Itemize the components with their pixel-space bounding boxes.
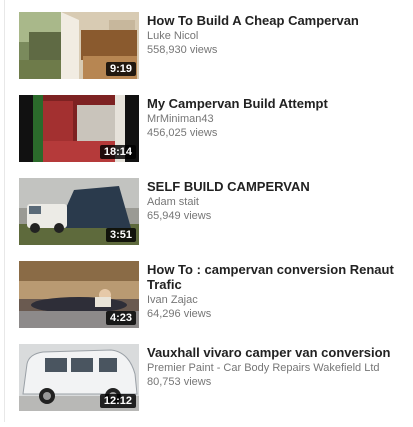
channel-name[interactable]: Premier Paint - Car Body Repairs Wakefie… [147, 361, 409, 375]
video-meta: How To Build A Cheap Campervan Luke Nico… [147, 12, 409, 57]
video-title[interactable]: How To : campervan conversion Renaut Tra… [147, 262, 409, 292]
channel-name[interactable]: Ivan Zajac [147, 293, 409, 307]
duration-badge: 9:19 [105, 62, 136, 76]
video-meta: My Campervan Build Attempt MrMiniman43 4… [147, 95, 409, 140]
video-title[interactable]: My Campervan Build Attempt [147, 96, 409, 111]
divider [4, 0, 5, 422]
video-meta: How To : campervan conversion Renaut Tra… [147, 261, 409, 321]
view-count: 64,296 views [147, 308, 212, 320]
view-count: 456,025 views [147, 127, 218, 139]
channel-name[interactable]: MrMiniman43 [147, 112, 409, 126]
channel-name[interactable]: Adam stait [147, 195, 409, 209]
video-thumbnail[interactable]: 3:51 [19, 178, 139, 245]
list-item[interactable]: 12:12 Vauxhall vivaro camper van convers… [19, 344, 409, 427]
list-item[interactable]: 18:14 My Campervan Build Attempt MrMinim… [19, 95, 409, 178]
view-count: 65,949 views [147, 210, 212, 222]
video-thumbnail[interactable]: 9:19 [19, 12, 139, 79]
video-thumbnail[interactable]: 18:14 [19, 95, 139, 162]
list-item[interactable]: 4:23 How To : campervan conversion Renau… [19, 261, 409, 344]
list-item[interactable]: 9:19 How To Build A Cheap Campervan Luke… [19, 12, 409, 95]
video-title[interactable]: SELF BUILD CAMPERVAN [147, 179, 409, 194]
duration-badge: 4:23 [105, 311, 136, 325]
related-videos-panel: 9:19 How To Build A Cheap Campervan Luke… [0, 0, 413, 422]
video-meta: Vauxhall vivaro camper van conversion Pr… [147, 344, 409, 389]
video-list: 9:19 How To Build A Cheap Campervan Luke… [19, 12, 409, 427]
duration-badge: 3:51 [105, 228, 136, 242]
list-item[interactable]: 3:51 SELF BUILD CAMPERVAN Adam stait 65,… [19, 178, 409, 261]
video-thumbnail[interactable]: 12:12 [19, 344, 139, 411]
video-meta: SELF BUILD CAMPERVAN Adam stait 65,949 v… [147, 178, 409, 223]
duration-badge: 18:14 [99, 145, 136, 159]
view-count: 558,930 views [147, 44, 218, 56]
video-title[interactable]: How To Build A Cheap Campervan [147, 13, 409, 28]
view-count: 80,753 views [147, 376, 212, 388]
duration-badge: 12:12 [99, 394, 136, 408]
channel-name[interactable]: Luke Nicol [147, 29, 409, 43]
video-thumbnail[interactable]: 4:23 [19, 261, 139, 328]
video-title[interactable]: Vauxhall vivaro camper van conversion [147, 345, 409, 360]
